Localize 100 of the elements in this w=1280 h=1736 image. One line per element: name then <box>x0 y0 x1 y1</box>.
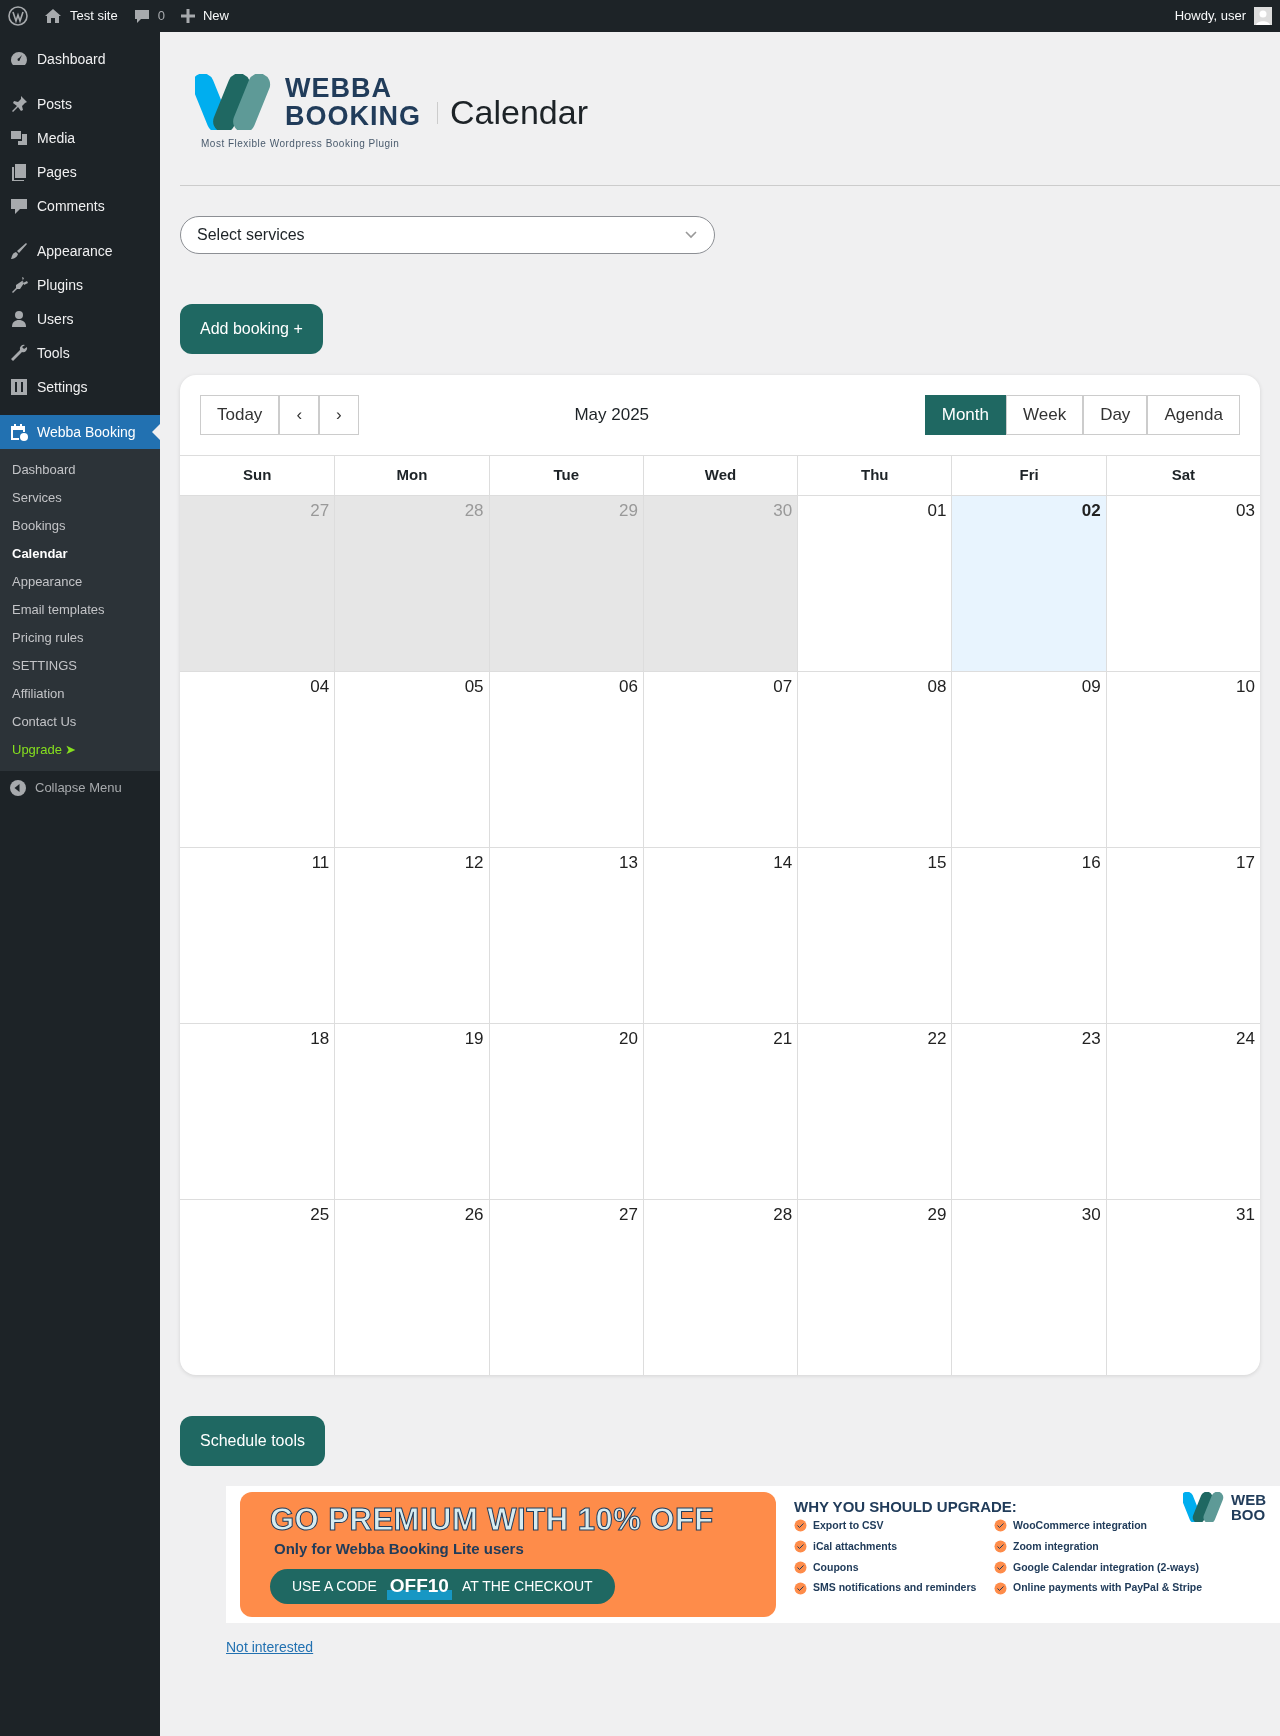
logo-wordmark: WEBBA <box>285 74 393 102</box>
check-circle-icon <box>994 1519 1007 1533</box>
day-cell[interactable]: 02 <box>951 495 1106 671</box>
day-cell[interactable]: 13 <box>488 847 643 1023</box>
comment-bubble-icon <box>133 8 150 24</box>
pages-icon <box>9 162 29 182</box>
check-circle-icon <box>994 1581 1007 1595</box>
wrench-icon <box>9 343 29 363</box>
home-icon <box>44 8 62 24</box>
upgrade-heading: WHY YOU SHOULD UPGRADE: <box>794 1497 1017 1517</box>
day-cell[interactable]: 21 <box>642 1023 798 1199</box>
feature-item: Online payments with PayPal & Stripe <box>1013 1580 1203 1596</box>
view-tab[interactable]: Day <box>1083 395 1148 435</box>
day-cell[interactable]: 18 <box>180 1023 335 1199</box>
feature-item: iCal attachments <box>813 1538 898 1554</box>
day-cell[interactable]: 09 <box>951 671 1106 847</box>
sidebar-menu-item[interactable]: Posts <box>0 87 160 121</box>
submenu-item[interactable]: Calendar <box>0 540 160 568</box>
day-cell[interactable]: 24 <box>1105 1023 1260 1199</box>
coupon-text: AT THE CHECKOUT <box>461 1576 593 1596</box>
feature-item: SMS notifications and reminders <box>813 1580 977 1596</box>
day-cell[interactable]: 16 <box>951 847 1106 1023</box>
previous-button[interactable]: ‹ <box>279 395 320 435</box>
day-cell[interactable]: 31 <box>1105 1199 1260 1375</box>
day-cell[interactable]: 12 <box>334 847 489 1023</box>
comments-link[interactable]: 0 <box>133 6 165 26</box>
day-cell[interactable]: 15 <box>797 847 952 1023</box>
submenu-item[interactable]: Services <box>0 484 160 512</box>
day-cell[interactable]: 27 <box>488 1199 643 1375</box>
day-cell[interactable]: 25 <box>180 1199 335 1375</box>
day-cell[interactable]: 06 <box>488 671 643 847</box>
day-cell[interactable]: 10 <box>1105 671 1260 847</box>
logo-wordmark: BOO <box>1231 1507 1266 1522</box>
wordpress-logo-icon[interactable] <box>8 6 28 26</box>
submenu-item[interactable]: Affiliation <box>0 680 160 708</box>
day-cell[interactable]: 29 <box>797 1199 952 1375</box>
sidebar-menu-item[interactable]: Media <box>0 121 160 155</box>
day-cell[interactable]: 20 <box>488 1023 643 1199</box>
submenu-item[interactable]: Pricing rules <box>0 624 160 652</box>
sidebar-menu-item[interactable]: Dashboard <box>0 42 160 76</box>
day-cell[interactable]: 30 <box>951 1199 1106 1375</box>
day-cell[interactable]: 07 <box>642 671 798 847</box>
day-cell[interactable]: 08 <box>797 671 952 847</box>
site-link[interactable]: Test site <box>44 6 118 26</box>
day-cell[interactable]: 11 <box>180 847 335 1023</box>
check-circle-icon <box>794 1581 807 1595</box>
logo-tagline: Most Flexible Wordpress Booking Plugin <box>201 137 401 151</box>
media-icon <box>9 128 29 148</box>
settings-sliders-icon <box>9 377 29 397</box>
submenu-item[interactable]: Bookings <box>0 512 160 540</box>
collapse-menu-button[interactable]: Collapse Menu <box>0 771 160 805</box>
sidebar-menu-item[interactable]: Users <box>0 302 160 336</box>
sidebar-menu-item[interactable]: Tools <box>0 336 160 370</box>
view-tab[interactable]: Month <box>924 395 1006 435</box>
day-cell[interactable]: 14 <box>642 847 798 1023</box>
sidebar-menu-item[interactable]: Pages <box>0 155 160 189</box>
logo-wordmark: BOOKING <box>285 102 421 130</box>
promo-headline: GO PREMIUM WITH 10% OFF <box>270 1502 715 1538</box>
add-booking-button[interactable]: Add booking + <box>180 304 323 354</box>
check-circle-icon <box>794 1519 807 1533</box>
today-button[interactable]: Today <box>200 395 280 435</box>
coupon-text: USE A CODE <box>292 1576 377 1596</box>
sidebar-menu-item[interactable]: Plugins <box>0 268 160 302</box>
submenu-item[interactable]: Contact Us <box>0 708 160 736</box>
submenu-item[interactable]: Email templates <box>0 596 160 624</box>
next-button[interactable]: › <box>319 395 359 435</box>
submenu-item[interactable]: SETTINGS <box>0 652 160 680</box>
day-cell[interactable]: 05 <box>334 671 489 847</box>
chevron-down-icon <box>684 230 698 240</box>
day-cell[interactable]: 03 <box>1105 495 1260 671</box>
sidebar-menu-item[interactable]: Webba Booking <box>0 415 160 449</box>
new-link[interactable]: New <box>180 6 229 26</box>
day-cell[interactable]: 26 <box>334 1199 489 1375</box>
sidebar-menu-item[interactable]: Settings <box>0 370 160 404</box>
day-cell[interactable]: 04 <box>180 671 335 847</box>
day-cell[interactable]: 28 <box>642 1199 798 1375</box>
submenu-item[interactable]: Dashboard <box>0 456 160 484</box>
account-link[interactable]: Howdy, user <box>1174 6 1272 26</box>
day-cell[interactable]: 22 <box>797 1023 952 1199</box>
plus-icon <box>180 9 195 23</box>
feature-item: Coupons <box>813 1559 859 1575</box>
view-tab[interactable]: Agenda <box>1147 395 1240 435</box>
upgrade-link[interactable]: Upgrade ➤ <box>0 736 160 764</box>
brush-icon <box>9 241 29 261</box>
check-circle-icon <box>994 1540 1007 1554</box>
calendar-month-title: May 2025 <box>574 404 650 427</box>
avatar-icon <box>1254 7 1272 25</box>
day-cell[interactable]: 19 <box>334 1023 489 1199</box>
logo-wordmark: WEB <box>1231 1492 1266 1507</box>
schedule-tools-button[interactable]: Schedule tools <box>180 1416 325 1466</box>
weekday-header: Sat <box>1105 455 1260 495</box>
sidebar-menu-item[interactable]: Appearance <box>0 234 160 268</box>
view-tab[interactable]: Week <box>1006 395 1084 435</box>
submenu-item[interactable]: Appearance <box>0 568 160 596</box>
not-interested-link[interactable]: Not interested <box>226 1637 314 1658</box>
services-select[interactable]: Select services <box>180 216 715 254</box>
day-cell[interactable]: 17 <box>1105 847 1260 1023</box>
sidebar-menu-item[interactable]: Comments <box>0 189 160 223</box>
day-cell[interactable]: 23 <box>951 1023 1106 1199</box>
feature-item: WooCommerce integration <box>1013 1518 1147 1533</box>
